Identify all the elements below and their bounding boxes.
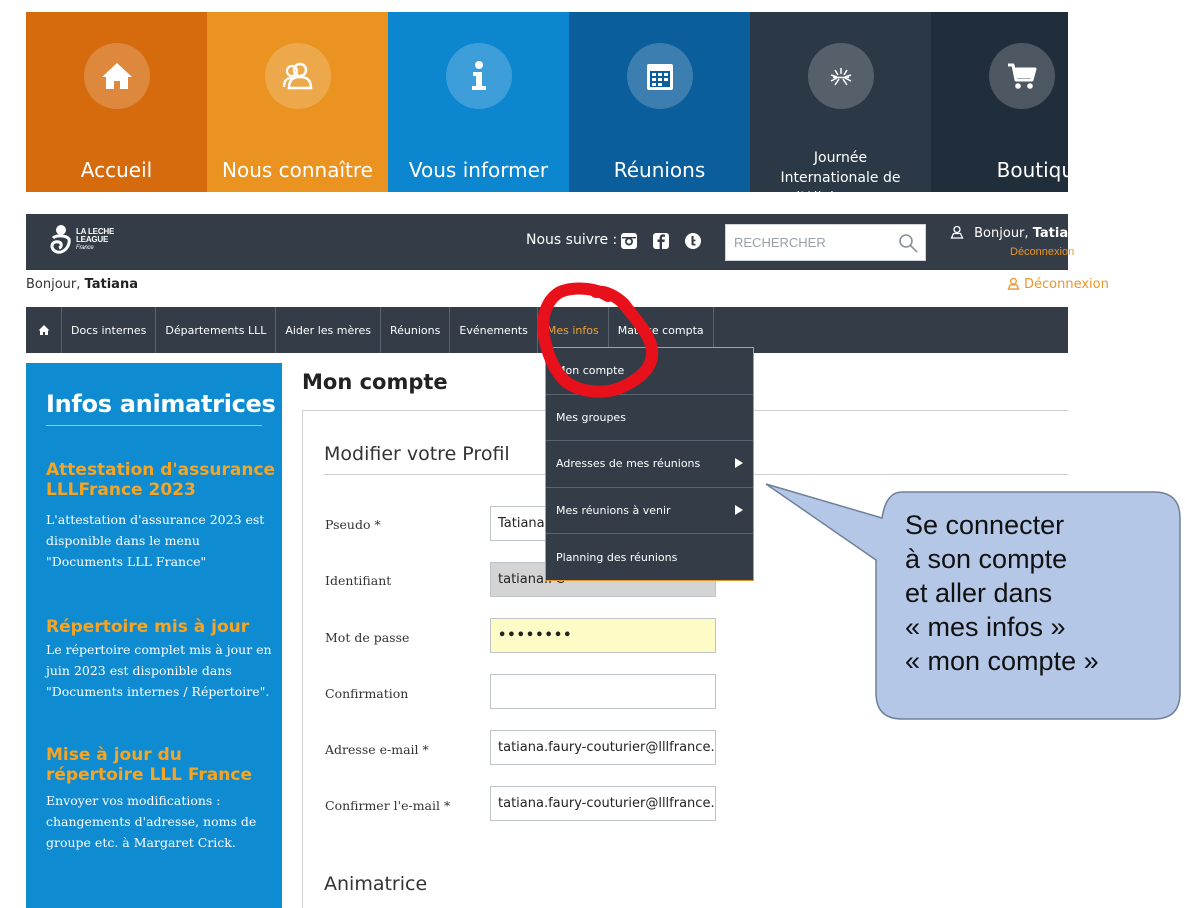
pseudo-label: Pseudo * (325, 517, 381, 532)
submenu-arrow-icon (735, 458, 743, 469)
menu-item-label: Mes réunions à venir (556, 504, 671, 518)
sidebar-block-title-3[interactable]: Mise à jour du répertoire LLL France (46, 745, 276, 785)
mes-infos-dropdown: Mon compte Mes groupes Adresses de mes r… (545, 347, 754, 581)
facebook-icon[interactable] (652, 232, 670, 250)
annotation-text: Se connecter à son compte et aller dans … (905, 508, 1099, 678)
nav-aider-les-meres[interactable]: Aider les mères (276, 307, 382, 353)
nav-reunions[interactable]: Réunions (381, 307, 451, 353)
menu-item-reunions-a-venir[interactable]: Mes réunions à venir (546, 488, 753, 535)
sidebar-block-title-1[interactable]: Attestation d'assurance LLLFrance 2023 (46, 460, 276, 500)
profile-section-title: Modifier votre Profil (324, 443, 510, 465)
nav-docs-internes[interactable]: Docs internes (62, 307, 157, 353)
header-logout-link[interactable]: Déconnexion (1010, 246, 1074, 258)
menu-item-mon-compte[interactable]: Mon compte (546, 348, 753, 395)
user-icon (1007, 277, 1020, 290)
calendar-icon (626, 43, 693, 109)
search-box (725, 224, 926, 261)
cart-icon (988, 43, 1055, 109)
annotation-line-1: Se connecter (905, 510, 1065, 540)
tile-boutique[interactable]: Boutique (931, 12, 1068, 192)
sidebar-block-text-3: Envoyer vos modifications : changements … (46, 793, 257, 850)
password-label: Mot de passe (325, 630, 410, 645)
tile-nous-connaitre[interactable]: Nous connaître (207, 12, 388, 192)
annotation-line-2: à son compte (905, 544, 1068, 574)
menu-item-planning[interactable]: Planning des réunions (546, 534, 753, 581)
tile-vous-informer[interactable]: Vous informer (388, 12, 569, 192)
page-title: Mon compte (302, 370, 448, 394)
header-greeting-text: Bonjour, (974, 226, 1029, 241)
tile-accueil-label: Accueil (80, 158, 153, 182)
logout-link[interactable]: Déconnexion (1007, 277, 1109, 292)
sidebar-title: Infos animatrices (46, 390, 276, 418)
follow-label: Nous suivre : (526, 232, 618, 248)
menu-item-label: Mon compte (556, 364, 625, 378)
tile-journee-label: Journée Internationale de l'Allaitement (780, 150, 901, 192)
menu-item-label: Mes groupes (556, 410, 626, 424)
annotation-line-5: « mon compte » (905, 646, 1099, 676)
logo-mother-child-icon (50, 225, 71, 254)
tile-boutique-label: Boutique (996, 158, 1068, 182)
menu-item-label: Adresses de mes réunions (556, 457, 701, 471)
home-icon (38, 325, 49, 335)
info-icon (445, 43, 512, 109)
sidebar-infos: Infos animatrices Attestation d'assuranc… (26, 363, 282, 908)
annotation-line-4: « mes infos » (905, 612, 1066, 642)
search-input[interactable] (726, 225, 886, 260)
email-confirm-field[interactable] (490, 786, 716, 821)
menu-item-mes-groupes[interactable]: Mes groupes (546, 395, 753, 442)
tile-reunions-label: Réunions (613, 158, 706, 182)
nav-evenements[interactable]: Evénements (450, 307, 538, 353)
menu-item-label: Planning des réunions (556, 551, 678, 565)
tile-reunions[interactable]: Réunions (569, 12, 750, 192)
header-greeting: Bonjour, Tatiana (950, 225, 1086, 241)
logout-link-text: Déconnexion (1024, 277, 1109, 292)
animatrice-section-title: Animatrice (324, 873, 428, 895)
top-tiles-menu: Accueil Nous connaître Vous informer Réu… (26, 12, 1068, 192)
sunburst-icon (807, 43, 874, 109)
nav-home[interactable] (26, 307, 62, 353)
greeting-row: Bonjour, Tatiana (26, 277, 138, 292)
greeting-text: Bonjour, (26, 277, 81, 292)
home-icon (83, 43, 150, 109)
site-logo[interactable]: LA LECHE LEAGUE France (48, 224, 114, 256)
sidebar-block-text-2: Le répertoire complet mis à jour en juin… (46, 642, 272, 699)
menu-item-adresses-reunions[interactable]: Adresses de mes réunions (546, 441, 753, 488)
site-header: LA LECHE LEAGUE France Nous suivre : Bon… (26, 214, 1086, 270)
greeting-username: Tatiana (84, 277, 138, 292)
password-confirm-field[interactable] (490, 674, 716, 709)
email-confirm-label: Confirmer l'e-mail * (325, 798, 451, 813)
header-username: Tatiana (1032, 226, 1087, 241)
twitter-icon[interactable] (684, 232, 702, 250)
search-icon[interactable] (897, 232, 919, 254)
confirmation-label: Confirmation (325, 686, 409, 701)
people-icon (264, 43, 331, 109)
instagram-icon[interactable] (620, 232, 638, 250)
tile-vous-informer-label: Vous informer (408, 158, 549, 182)
screenshot-root: Accueil Nous connaître Vous informer Réu… (0, 0, 1185, 908)
logo-line-3: France (76, 245, 94, 251)
tile-accueil[interactable]: Accueil (26, 12, 207, 192)
sidebar-block-text-1: L'attestation d'assurance 2023 est dispo… (46, 512, 265, 569)
password-field[interactable] (490, 618, 716, 653)
identifiant-label: Identifiant (325, 573, 392, 588)
user-icon (950, 225, 964, 239)
email-field[interactable] (490, 730, 716, 765)
submenu-arrow-icon (735, 504, 743, 515)
logo-text: LA LECHE LEAGUE France (76, 228, 114, 252)
tile-journee-allaitement[interactable]: Journée Internationale de l'Allaitement (750, 12, 931, 192)
sidebar-divider (46, 425, 262, 426)
annotation-line-3: et aller dans (905, 578, 1053, 608)
sidebar-block-title-2[interactable]: Répertoire mis à jour (46, 617, 276, 637)
email-label: Adresse e-mail * (325, 742, 429, 757)
tile-nous-connaitre-label: Nous connaître (222, 158, 373, 182)
logo-line-2: LEAGUE (76, 235, 109, 244)
nav-departements[interactable]: Départements LLL (156, 307, 277, 353)
